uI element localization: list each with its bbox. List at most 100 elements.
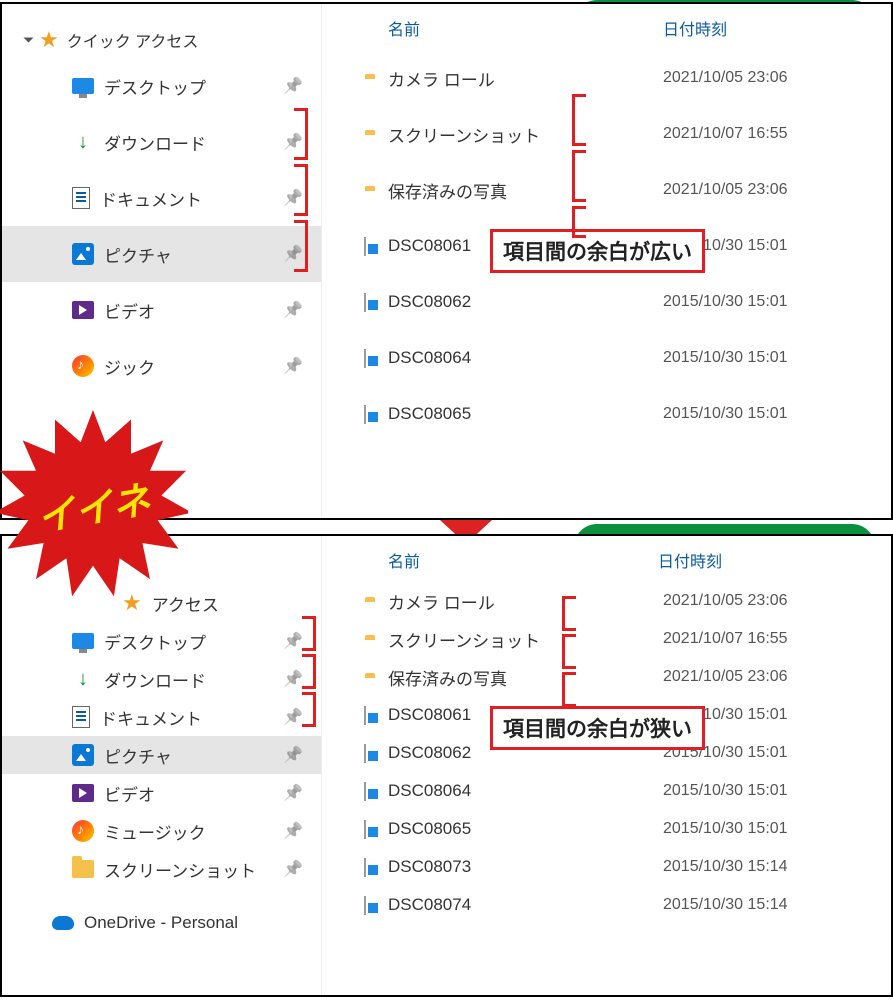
sidebar-item-desktop[interactable]: デスクトップ 📌: [2, 58, 321, 114]
sidebar-item-download[interactable]: ↓ダウンロード📌: [2, 114, 321, 170]
pin-icon: 📌: [283, 859, 303, 879]
pin-icon: 📌: [283, 76, 303, 96]
spacing-bracket-icon: [562, 672, 576, 707]
file-row[interactable]: DSC080642015/10/30 15:01: [342, 772, 891, 810]
column-name[interactable]: 名前: [388, 16, 663, 40]
star-icon: ★: [39, 29, 59, 51]
like-burst-badge: イイネ: [0, 410, 188, 600]
file-date: 2015/10/30 15:01: [663, 405, 788, 423]
file-date: 2015/10/30 15:01: [663, 820, 788, 838]
image-file-icon: [364, 782, 366, 801]
file-name: 保存済みの写真: [378, 178, 663, 203]
download-icon: ↓: [72, 131, 94, 153]
image-file-icon: [364, 706, 366, 725]
file-row[interactable]: 保存済みの写真2021/10/05 23:06: [342, 658, 891, 696]
sidebar-item-label: デスクトップ: [104, 629, 206, 654]
sidebar-item-music[interactable]: ジック📌: [2, 338, 321, 394]
music-icon: [72, 820, 94, 842]
sidebar-item-video[interactable]: ビデオ📌: [2, 774, 321, 812]
column-date[interactable]: 日付時刻: [658, 548, 722, 572]
sidebar-item-label: ビデオ: [104, 298, 155, 323]
image-file-icon: [364, 237, 366, 256]
pin-icon: 📌: [283, 783, 303, 803]
file-row[interactable]: スクリーンショット2021/10/07 16:55: [342, 620, 891, 658]
image-file-icon: [364, 896, 366, 915]
pin-icon: 📌: [283, 631, 303, 651]
onedrive-item[interactable]: OneDrive - Personal: [2, 902, 321, 944]
file-name: DSC08064: [378, 781, 663, 801]
file-row[interactable]: DSC080642015/10/30 15:01: [342, 330, 891, 386]
file-name: DSC08065: [378, 404, 663, 424]
file-date: 2021/10/05 23:06: [663, 668, 788, 686]
sidebar-item-label: ドキュメント: [100, 186, 202, 211]
file-row[interactable]: スクリーンショット2021/10/07 16:55: [342, 106, 891, 162]
image-file-icon: [364, 349, 366, 368]
quick-access-root[interactable]: ★ クイック アクセス: [2, 22, 321, 58]
file-date: 2021/10/05 23:06: [663, 181, 788, 199]
file-date: 2021/10/05 23:06: [663, 592, 788, 610]
sidebar-item-desktop[interactable]: デスクトップ 📌: [2, 622, 321, 660]
column-name[interactable]: 名前: [388, 548, 658, 572]
spacing-bracket-icon: [294, 220, 308, 272]
file-date: 2015/10/30 15:01: [663, 293, 788, 311]
callout-wide-spacing: 項目間の余白が広い: [490, 229, 705, 273]
sidebar-item-document[interactable]: ドキュメント📌: [2, 170, 321, 226]
sidebar-item-document[interactable]: ドキュメント 📌: [2, 698, 321, 736]
file-date: 2015/10/30 15:01: [663, 782, 788, 800]
spacing-bracket-icon: [302, 654, 316, 689]
document-icon: [72, 706, 90, 728]
file-name: カメラ ロール: [378, 66, 663, 91]
sidebar-item-label: ダウンロード: [104, 130, 206, 155]
sidebar-item-music[interactable]: ミュージック📌: [2, 812, 321, 850]
pin-icon: 📌: [283, 356, 303, 376]
spacing-bracket-icon: [572, 150, 586, 202]
file-date: 2015/10/30 15:01: [663, 349, 788, 367]
spacing-bracket-icon: [294, 164, 308, 216]
pin-icon: 📌: [283, 745, 303, 765]
pin-icon: 📌: [283, 707, 303, 727]
explorer-panel-compact-on: ★アクセスデスクトップ📌↓ダウンロード📌ドキュメント📌ピクチャ📌ビデオ📌ミュージ…: [0, 534, 893, 997]
sidebar-item-label: デスクトップ: [104, 74, 206, 99]
file-date: 2021/10/07 16:55: [663, 125, 788, 143]
chevron-down-icon: [24, 38, 34, 43]
column-headers: 名前 日付時刻: [342, 544, 891, 582]
file-row[interactable]: 保存済みの写真2021/10/05 23:06: [342, 162, 891, 218]
spacing-bracket-icon: [294, 108, 308, 160]
file-row[interactable]: DSC080652015/10/30 15:01: [342, 810, 891, 848]
file-name: 保存済みの写真: [378, 665, 663, 690]
file-row[interactable]: DSC080622015/10/30 15:01: [342, 274, 891, 330]
onedrive-icon: [52, 916, 74, 930]
image-file-icon: [364, 858, 366, 877]
sidebar-item-label: ミュージック: [104, 819, 206, 844]
file-row[interactable]: カメラ ロール2021/10/05 23:06: [342, 50, 891, 106]
file-row[interactable]: カメラ ロール2021/10/05 23:06: [342, 582, 891, 620]
folder-icon: [72, 860, 94, 878]
spacing-bracket-icon: [302, 616, 316, 651]
file-row[interactable]: DSC080732015/10/30 15:14: [342, 848, 891, 886]
file-row[interactable]: DSC080742015/10/30 15:14: [342, 886, 891, 924]
sidebar-item-label: ドキュメント: [100, 705, 202, 730]
sidebar-item-pictures[interactable]: ピクチャ 📌: [2, 736, 321, 774]
sidebar-item-label: ピクチャ: [104, 242, 172, 267]
file-row[interactable]: DSC080652015/10/30 15:01: [342, 386, 891, 442]
pin-icon: 📌: [283, 669, 303, 689]
sidebar-item-folder[interactable]: スクリーンショット📌: [2, 850, 321, 888]
spacing-bracket-icon: [572, 206, 586, 238]
column-date[interactable]: 日付時刻: [663, 16, 727, 40]
file-name: DSC08074: [378, 895, 663, 915]
quick-access-label: クイック アクセス: [67, 28, 199, 52]
document-icon: [72, 187, 90, 209]
sidebar-item-download[interactable]: ↓ダウンロード📌: [2, 660, 321, 698]
file-name: スクリーンショット: [378, 122, 663, 147]
desktop-icon: [72, 78, 94, 94]
file-date: 2015/10/30 15:14: [663, 896, 788, 914]
sidebar-item-video[interactable]: ビデオ📌: [2, 282, 321, 338]
file-name: スクリーンショット: [378, 627, 663, 652]
column-headers: 名前 日付時刻: [342, 12, 891, 50]
pictures-icon: [72, 744, 94, 766]
sidebar-item-pictures[interactable]: ピクチャ📌: [2, 226, 321, 282]
image-file-icon: [364, 744, 366, 763]
spacing-bracket-icon: [562, 596, 576, 631]
file-date: 2015/10/30 15:14: [663, 858, 788, 876]
sidebar-item-label: ピクチャ: [104, 743, 172, 768]
